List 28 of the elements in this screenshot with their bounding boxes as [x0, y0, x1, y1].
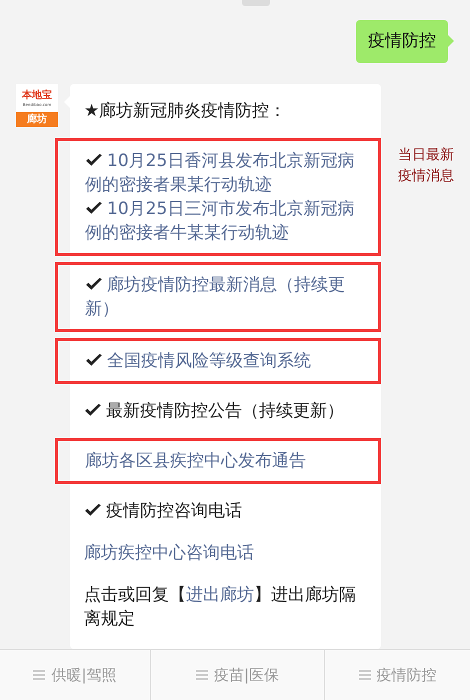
- avatar-city-label: 廊坊: [16, 112, 58, 127]
- menu-icon: [33, 670, 46, 680]
- article-link[interactable]: 廊坊疾控中心咨询电话: [84, 541, 369, 565]
- check-icon: [85, 353, 103, 367]
- message-text: 点击或回复【进出廊坊】进出廊坊隔离规定: [84, 584, 357, 631]
- section-heading: 疫情防控咨询电话: [106, 501, 242, 521]
- menu-icon: [196, 670, 208, 680]
- annotation-text: 当日最新疫情消息: [398, 146, 455, 186]
- article-link[interactable]: 10月25日香河县发布北京新冠病例的密接者果某行动轨迹: [85, 149, 368, 197]
- menu-icon: [358, 670, 370, 680]
- check-icon: [85, 201, 103, 215]
- check-icon: [84, 403, 102, 417]
- article-link[interactable]: 10月25日三河市发布北京新冠病例的密接者牛某某行动轨迹: [85, 197, 368, 245]
- menu-tab[interactable]: 疫情防控: [325, 650, 470, 700]
- menu-tab[interactable]: 供暖|驾照: [0, 650, 151, 700]
- check-icon: [85, 277, 103, 291]
- menu-tab[interactable]: 疫苗|医保: [151, 650, 325, 700]
- article-link[interactable]: 全国疫情风险等级查询系统: [85, 349, 368, 373]
- article-link[interactable]: 廊坊各区县疾控中心发布通告: [85, 449, 368, 473]
- logo-text: 本地宝: [22, 90, 52, 102]
- article-link[interactable]: 廊坊疫情防控最新消息（持续更新）: [85, 273, 368, 321]
- check-icon: [84, 503, 102, 517]
- message-heading: ★廊坊新冠肺炎疫情防控：: [84, 100, 288, 123]
- check-icon: [85, 153, 103, 167]
- section-heading: 最新疫情防控公告（持续更新）: [106, 401, 344, 421]
- bubble-tail: [448, 35, 454, 47]
- sent-message: 疫情防控: [356, 20, 448, 63]
- keyword-link[interactable]: 进出廊坊: [186, 585, 254, 605]
